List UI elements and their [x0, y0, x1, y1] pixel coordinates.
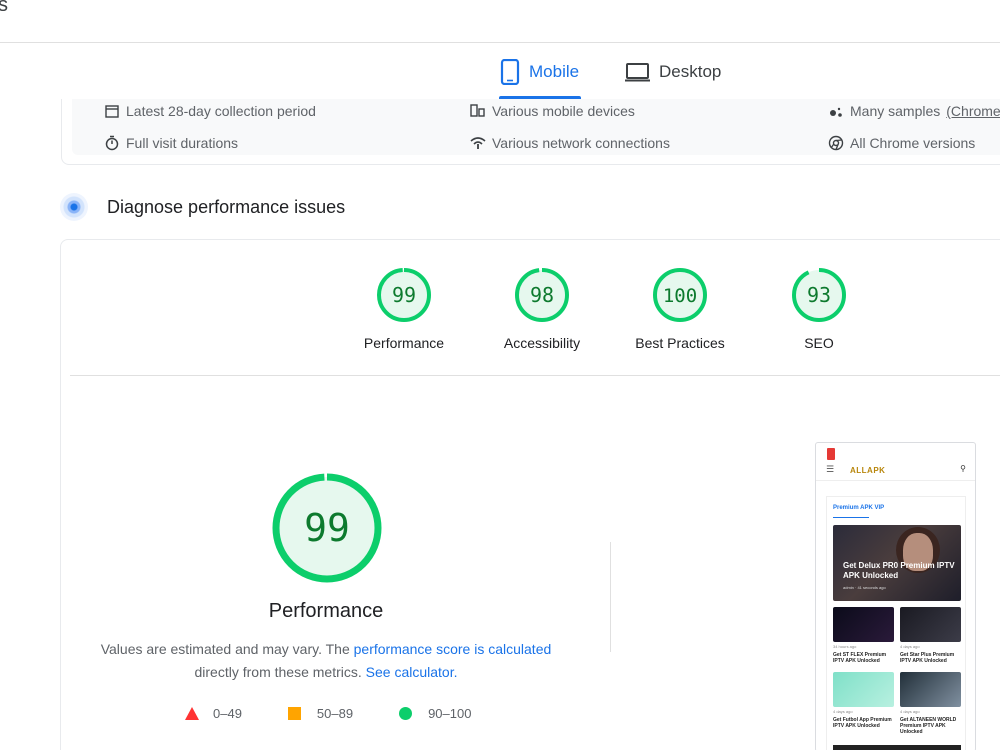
score-label: SEO — [804, 335, 834, 351]
tab-desktop-label: Desktop — [659, 61, 722, 81]
field-devices: Various mobile devices — [470, 103, 635, 119]
search-icon: ⚲ — [960, 464, 966, 473]
hero-meta: admin · 41 seconds ago — [843, 585, 886, 590]
site-header: ☰ ALLAPK ⚲ — [816, 461, 975, 481]
post-thumbnail — [900, 672, 961, 707]
score-gauge-best-practices[interactable]: 100 Best Practices — [625, 267, 735, 351]
section-title: Premium APK VIP — [833, 505, 885, 511]
vertical-divider — [610, 542, 611, 652]
performance-heading: Performance — [268, 600, 384, 622]
site-section: Premium APK VIP Get Delux PR0 Premium IP… — [826, 496, 966, 750]
field-visit-durations: Full visit durations — [104, 135, 238, 151]
section-divider — [70, 375, 1000, 376]
legend-average: 50–89 — [287, 706, 353, 721]
device-tabs: Mobile Desktop — [0, 44, 1000, 99]
chrome-icon — [828, 135, 844, 151]
post-meta: 4 days ago — [900, 709, 920, 714]
legend-pass: 90–100 — [399, 706, 471, 721]
devices-icon — [470, 103, 486, 119]
field-collection-period: Latest 28-day collection period — [104, 103, 316, 119]
score-label: Accessibility — [503, 335, 581, 351]
score-calculated-link[interactable]: performance score is calculated — [354, 641, 552, 657]
lighthouse-icon — [60, 193, 88, 221]
orange-square-icon — [287, 707, 301, 720]
post-title: Get ST FLEX Premium IPTV APK Unlocked — [833, 652, 887, 664]
post-strip — [833, 745, 961, 750]
score-value: 99 — [392, 283, 416, 307]
score-ring: 99 — [272, 473, 382, 583]
page-title: s — [0, 0, 8, 16]
score-legend: 0–49 50–89 90–100 — [185, 706, 517, 721]
network-icon — [470, 135, 486, 151]
green-circle-icon — [399, 707, 413, 720]
performance-score-value: 99 — [304, 506, 350, 550]
score-ring: 100 — [653, 268, 707, 322]
performance-gauge-large: 99 — [272, 473, 382, 588]
top-bar: s — [0, 0, 1000, 43]
diagnose-title: Diagnose performance issues — [107, 196, 346, 217]
performance-description: Values are estimated and may vary. The p… — [100, 641, 552, 680]
site-logo: ALLAPK — [850, 466, 886, 475]
score-value: 98 — [530, 283, 554, 307]
chrome-ux-report-link[interactable]: (Chrome U — [946, 103, 1000, 119]
menu-icon: ☰ — [826, 464, 835, 474]
smartphone-icon — [499, 58, 521, 85]
post-meta: 34 hours ago — [833, 644, 857, 649]
stopwatch-icon — [104, 135, 120, 151]
legend-fail: 0–49 — [185, 706, 242, 721]
post-meta: 4 days ago — [900, 644, 920, 649]
post-title: Get Star Plus Premium IPTV APK Unlocked — [900, 652, 955, 664]
score-value: 93 — [807, 283, 831, 307]
field-chrome-versions: All Chrome versions — [828, 135, 975, 151]
score-gauge-performance[interactable]: 99 Performance — [364, 267, 444, 351]
post-meta: 4 days ago — [833, 709, 853, 714]
section-underline — [833, 517, 869, 518]
post-title: Get ALTANEEN WORLD Premium IPTV APK Unlo… — [900, 717, 957, 735]
tab-mobile-label: Mobile — [529, 61, 580, 81]
lighthouse-report: 99 Performance 98 Accessibility 100 Best… — [60, 239, 1000, 750]
diagnose-heading: Diagnose performance issues — [60, 190, 345, 224]
score-label: Best Practices — [635, 335, 725, 351]
score-gauge-seo[interactable]: 93 SEO — [779, 267, 859, 351]
post-thumbnail — [833, 672, 894, 707]
score-gauge-accessibility[interactable]: 98 Accessibility — [497, 267, 587, 351]
tab-desktop[interactable]: Desktop — [624, 44, 721, 99]
score-value: 100 — [663, 285, 697, 307]
post-thumbnail — [833, 607, 894, 642]
red-triangle-icon — [185, 707, 199, 720]
score-ring: 99 — [377, 268, 431, 322]
laptop-icon — [624, 62, 651, 82]
post-title: Get Futbol App Premium IPTV APK Unlocked — [833, 717, 892, 729]
calendar-icon — [104, 103, 120, 119]
tab-mobile[interactable]: Mobile — [499, 44, 582, 99]
field-network: Various network connections — [470, 135, 670, 151]
score-ring: 93 — [792, 268, 846, 322]
samples-icon — [828, 103, 844, 119]
score-ring: 98 — [515, 268, 569, 322]
badge-icon — [827, 448, 835, 460]
field-samples: Many samples (Chrome U — [828, 103, 1000, 119]
see-calculator-link[interactable]: See calculator. — [366, 664, 458, 680]
hero-title: Get Delux PR0 Premium IPTV APK Unlocked — [843, 561, 955, 580]
post-thumbnail — [900, 607, 961, 642]
score-label: Performance — [363, 335, 445, 351]
final-screenshot[interactable]: ☰ ALLAPK ⚲ Premium APK VIP Get Delux PR0… — [815, 442, 976, 750]
hero-post: Get Delux PR0 Premium IPTV APK Unlocked … — [833, 525, 961, 601]
